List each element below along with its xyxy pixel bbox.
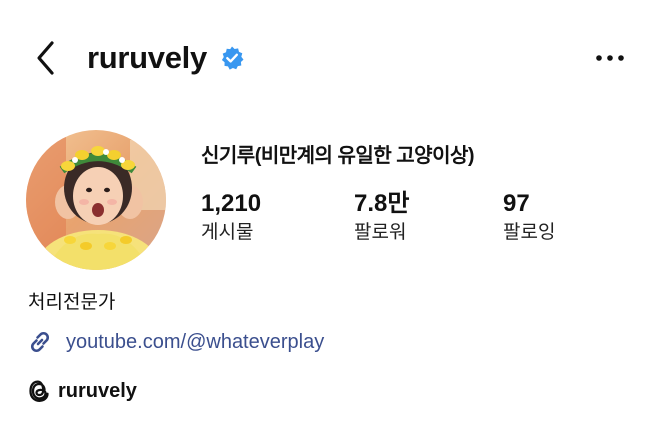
stat-following-count: 97	[503, 190, 530, 217]
avatar-image	[26, 130, 166, 270]
threads-handle: ruruvely	[58, 380, 137, 402]
profile-bio: 처리전문가	[28, 292, 116, 313]
profile-avatar[interactable]	[26, 130, 166, 270]
stat-posts-count: 1,210	[201, 190, 262, 217]
stat-followers[interactable]: 7.8만 팔로워	[354, 190, 409, 246]
profile-header: ruruvely	[0, 0, 656, 115]
profile-link[interactable]: youtube.com/@whateverplay	[26, 328, 324, 356]
stat-following[interactable]: 97 팔로잉	[503, 190, 555, 246]
stat-followers-count: 7.8만	[354, 190, 410, 217]
verified-badge-icon	[221, 46, 244, 70]
stat-followers-label: 팔로워	[354, 222, 407, 243]
stat-following-label: 팔로잉	[503, 222, 556, 243]
back-button[interactable]	[28, 38, 62, 78]
more-options-button[interactable]	[590, 38, 630, 78]
threads-icon	[29, 380, 49, 402]
threads-badge[interactable]: ruruvely	[28, 376, 137, 406]
stat-posts-label: 게시물	[201, 222, 254, 243]
stat-posts[interactable]: 1,210 게시물	[201, 190, 261, 246]
profile-link-text: youtube.com/@whateverplay	[66, 331, 325, 353]
profile-username-title: ruruvely	[87, 40, 207, 75]
link-icon	[30, 331, 50, 353]
profile-full-name: 신기루(비만계의 유일한 고양이상)	[201, 145, 475, 167]
more-horizontal-icon	[596, 55, 624, 61]
chevron-left-icon	[37, 41, 54, 75]
